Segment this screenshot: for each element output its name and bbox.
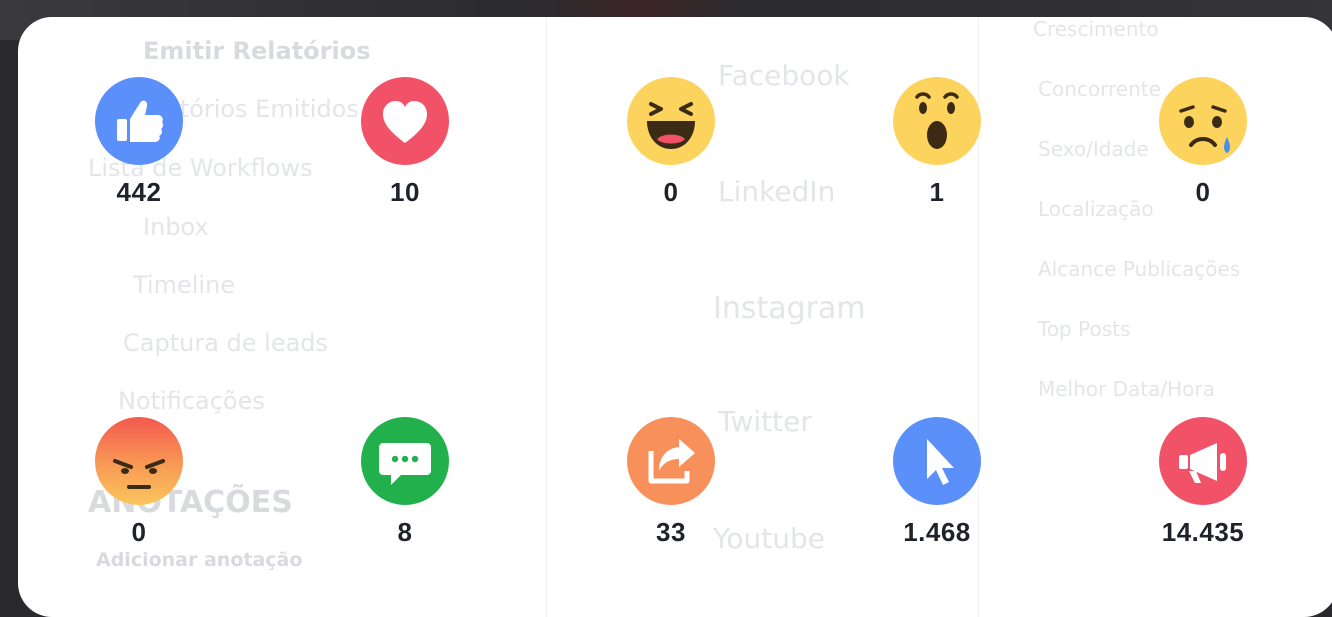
- comments-icon: [361, 417, 449, 505]
- reach-count: 14.435: [1161, 517, 1245, 547]
- bg-network: Instagram: [713, 291, 866, 326]
- shares-count: 33: [656, 517, 686, 547]
- like-icon: [95, 77, 183, 165]
- bg-menu-item: Notificações: [118, 387, 265, 415]
- bg-check: Localização: [1038, 197, 1154, 221]
- angry-icon: [95, 417, 183, 505]
- sad-count: 0: [1195, 177, 1211, 207]
- clicks-metric: 1.468: [877, 417, 997, 548]
- clicks-icon: [893, 417, 981, 505]
- reach-metric: 14.435: [1143, 417, 1263, 548]
- bg-network: LinkedIn: [718, 175, 836, 208]
- sad-icon: [1159, 77, 1247, 165]
- reactions-card: Emitir Relatórios Relatórios Emitidos Li…: [18, 17, 1332, 617]
- divider: [546, 17, 547, 617]
- bg-check: Sexo/Idade: [1038, 137, 1149, 161]
- bg-menu-item: Timeline: [133, 271, 236, 299]
- reach-icon: [1159, 417, 1247, 505]
- bg-add-note: Adicionar anotação: [96, 549, 303, 571]
- love-count: 10: [390, 177, 420, 207]
- like-count: 442: [116, 177, 162, 207]
- angry-metric: 0: [79, 417, 199, 548]
- shares-icon: [627, 417, 715, 505]
- bg-menu-item: Inbox: [143, 213, 209, 241]
- wow-count: 1: [929, 177, 945, 207]
- bg-menu-item: Captura de leads: [123, 329, 329, 357]
- sad-metric: 0: [1143, 77, 1263, 208]
- haha-count: 0: [663, 177, 679, 207]
- haha-metric: 0: [611, 77, 731, 208]
- angry-count: 0: [131, 517, 147, 547]
- bg-network: Twitter: [718, 405, 812, 438]
- haha-icon: [627, 77, 715, 165]
- like-metric: 442: [79, 77, 199, 208]
- comments-metric: 8: [345, 417, 465, 548]
- bg-check: Crescimento: [1033, 17, 1159, 41]
- wow-metric: 1: [877, 77, 997, 208]
- love-icon: [361, 77, 449, 165]
- clicks-count: 1.468: [903, 517, 971, 547]
- bg-check: Alcance Publicações: [1038, 257, 1241, 281]
- bg-check: Top Posts: [1038, 317, 1131, 341]
- bg-network: Facebook: [718, 59, 850, 92]
- bg-menu-item: Emitir Relatórios: [143, 37, 371, 65]
- shares-metric: 33: [611, 417, 731, 548]
- comments-count: 8: [397, 517, 413, 547]
- bg-check: Melhor Data/Hora: [1038, 377, 1215, 401]
- love-metric: 10: [345, 77, 465, 208]
- wow-icon: [893, 77, 981, 165]
